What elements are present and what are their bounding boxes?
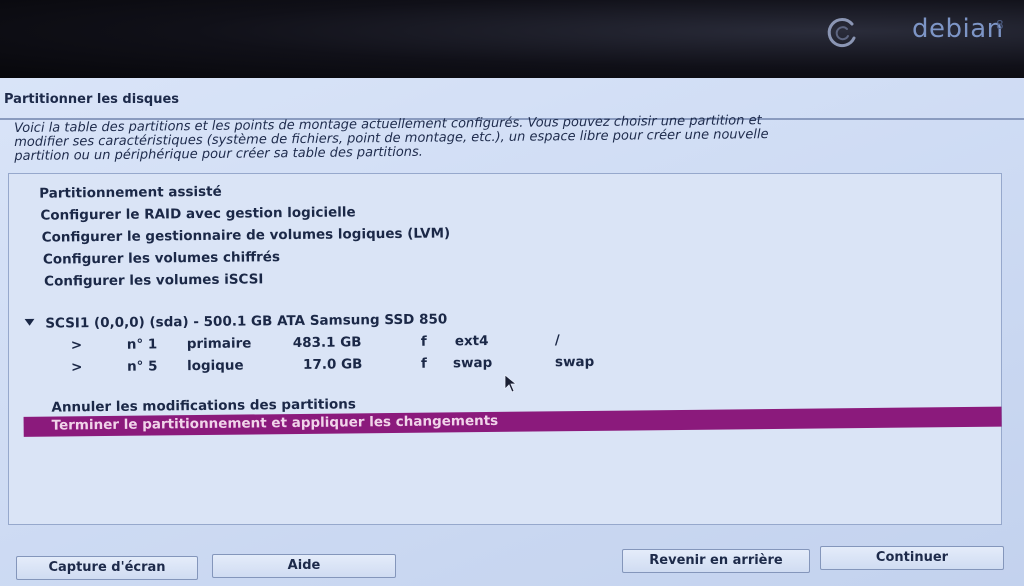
brand-version: 8 [996,18,1004,32]
installer-screen: debian 8 Partitionner les disques Voici … [0,0,1024,586]
partition-list-rows: Partitionnement assisté Configurer le RA… [9,164,1007,526]
back-button[interactable]: Revenir en arrière [622,549,810,573]
help-button[interactable]: Aide [212,554,396,578]
partition-type: logique [186,357,244,375]
menu-item-configure-raid[interactable]: Configurer le RAID avec gestion logiciel… [40,204,355,223]
expand-arrow-icon: > [70,337,83,354]
expand-arrow-icon: > [70,359,83,376]
disk-label: SCSI1 (0,0,0) (sda) - 500.1 GB ATA Samsu… [45,311,448,332]
partition-filesystem: ext4 [454,332,489,350]
partition-type: primaire [186,335,252,353]
menu-item-configure-encrypted[interactable]: Configurer les volumes chiffrés [43,249,280,267]
screenshot-button[interactable]: Capture d'écran [16,556,198,580]
mouse-pointer-icon [504,374,518,393]
partition-number: n° 5 [126,358,158,375]
partition-format-flag: f [420,355,427,372]
brand-name: debian [912,14,1004,44]
finish-partitioning-label: Terminer le partitionnement et appliquer… [51,412,499,434]
page-title: Partitionner les disques [4,92,180,107]
partition-format-flag: f [420,333,427,350]
menu-item-configure-lvm[interactable]: Configurer le gestionnaire de volumes lo… [42,225,451,245]
partition-mountpoint: / [554,332,560,349]
partition-mountpoint: swap [554,353,595,371]
menu-item-configure-iscsi[interactable]: Configurer les volumes iSCSI [44,271,263,289]
partition-number: n° 1 [126,336,158,353]
expand-triangle-icon [24,318,35,326]
header-banner: debian 8 [0,0,1024,78]
partition-filesystem: swap [452,354,493,372]
menu-item-guided-partitioning[interactable]: Partitionnement assisté [39,184,222,202]
partition-size: 17.0 GB [302,356,363,373]
partition-size: 483.1 GB [292,334,362,352]
disk-row[interactable]: SCSI1 (0,0,0) (sda) - 500.1 GB ATA Samsu… [24,311,448,332]
intro-text: Voici la table des partitions et les poi… [14,112,994,164]
partition-list[interactable]: Partitionnement assisté Configurer le RA… [8,173,1002,525]
dialog-panel: Partitionner les disques Voici la table … [0,78,1024,586]
continue-button[interactable]: Continuer [820,546,1004,570]
debian-swirl-icon [827,18,856,48]
menu-item-undo-changes[interactable]: Annuler les modifications des partitions [51,396,356,415]
